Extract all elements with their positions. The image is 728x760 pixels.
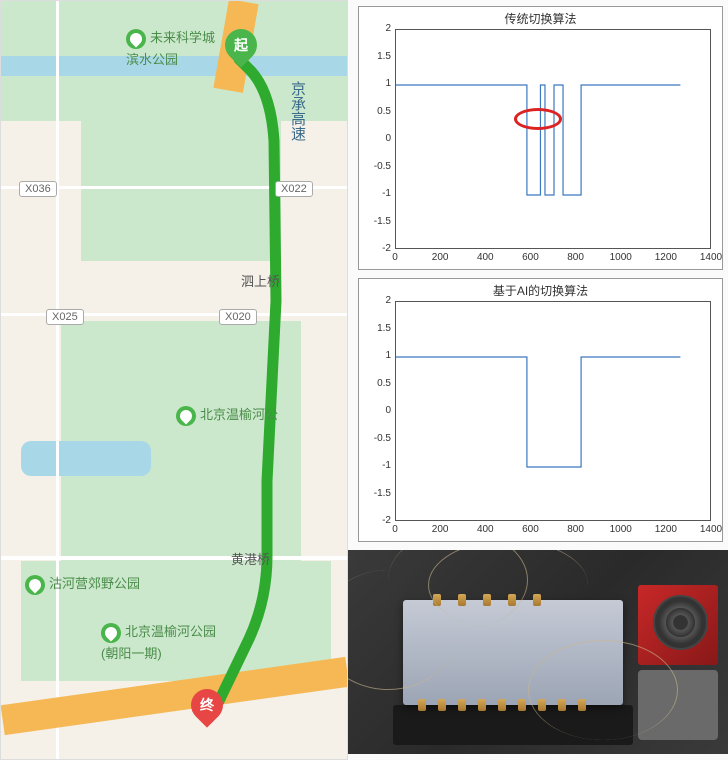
x-tick: 600 <box>518 524 542 535</box>
y-tick: 0 <box>361 405 391 416</box>
map[interactable]: 京承高速 未来科学城 滨水公园 北京温榆河公 沽河营郊野公园 北京温榆河公园 (… <box>0 0 348 760</box>
x-tick: 1000 <box>609 252 633 263</box>
chart1-plot <box>395 29 711 249</box>
y-tick: 1 <box>361 78 391 89</box>
y-tick: -0.5 <box>361 161 391 172</box>
y-tick: 2 <box>361 23 391 34</box>
y-tick: 2 <box>361 295 391 306</box>
x-tick: 1400 <box>699 524 723 535</box>
fan-icon <box>653 595 708 650</box>
x-tick: 0 <box>383 252 407 263</box>
poi-park3[interactable]: 沽河营郊野公园 <box>25 573 140 595</box>
road-code-1: X036 <box>19 181 57 197</box>
road-code-3: X022 <box>275 181 313 197</box>
y-tick: -1.5 <box>361 216 391 227</box>
chart-ai: 基于AI的切换算法 -2-1.5-1-0.500.511.52020040060… <box>358 278 723 542</box>
hardware-photo <box>348 550 728 754</box>
highway-label: 京承高速 <box>287 81 308 141</box>
chart2-title: 基于AI的切换算法 <box>359 279 722 299</box>
y-tick: 1 <box>361 350 391 361</box>
chart1-title: 传统切换算法 <box>359 7 722 27</box>
y-tick: 0 <box>361 133 391 144</box>
start-marker[interactable]: 起 <box>225 29 257 69</box>
x-tick: 800 <box>564 252 588 263</box>
park-icon <box>101 623 121 643</box>
x-tick: 1200 <box>654 524 678 535</box>
chart2-plot <box>395 301 711 521</box>
x-tick: 800 <box>564 524 588 535</box>
poi-park1[interactable]: 未来科学城 滨水公园 <box>126 27 215 68</box>
poi-park4[interactable]: 北京温榆河公园 (朝阳一期) <box>101 621 216 662</box>
x-tick: 1200 <box>654 252 678 263</box>
end-marker[interactable]: 终 <box>191 689 223 729</box>
bridge-label-1: 泗上桥 <box>241 271 280 290</box>
y-tick: -1 <box>361 188 391 199</box>
map-panel: 京承高速 未来科学城 滨水公园 北京温榆河公 沽河营郊野公园 北京温榆河公园 (… <box>0 0 348 760</box>
x-tick: 600 <box>518 252 542 263</box>
park-icon <box>25 575 45 595</box>
park-icon <box>126 29 146 49</box>
y-tick: -0.5 <box>361 433 391 444</box>
x-tick: 400 <box>473 252 497 263</box>
road-code-4: X020 <box>219 309 257 325</box>
chart2-line <box>396 302 712 522</box>
bridge-label-2: 黄港桥 <box>231 549 270 568</box>
x-tick: 1000 <box>609 524 633 535</box>
y-tick: -1 <box>361 460 391 471</box>
x-tick: 0 <box>383 524 407 535</box>
park-icon <box>176 406 196 426</box>
x-tick: 200 <box>428 252 452 263</box>
x-tick: 200 <box>428 524 452 535</box>
right-panel: 传统切换算法 -2-1.5-1-0.500.511.52020040060080… <box>348 0 728 760</box>
y-tick: 1.5 <box>361 51 391 62</box>
poi-park2[interactable]: 北京温榆河公 <box>176 404 278 426</box>
y-tick: 0.5 <box>361 378 391 389</box>
x-tick: 1400 <box>699 252 723 263</box>
road-code-2: X025 <box>46 309 84 325</box>
y-tick: 1.5 <box>361 323 391 334</box>
chart1-line <box>396 30 712 250</box>
x-tick: 400 <box>473 524 497 535</box>
figure-container: 京承高速 未来科学城 滨水公园 北京温榆河公 沽河营郊野公园 北京温榆河公园 (… <box>0 0 728 760</box>
y-tick: -1.5 <box>361 488 391 499</box>
y-tick: 0.5 <box>361 106 391 117</box>
chart-traditional: 传统切换算法 -2-1.5-1-0.500.511.52020040060080… <box>358 6 723 270</box>
highlight-ellipse <box>514 108 562 130</box>
